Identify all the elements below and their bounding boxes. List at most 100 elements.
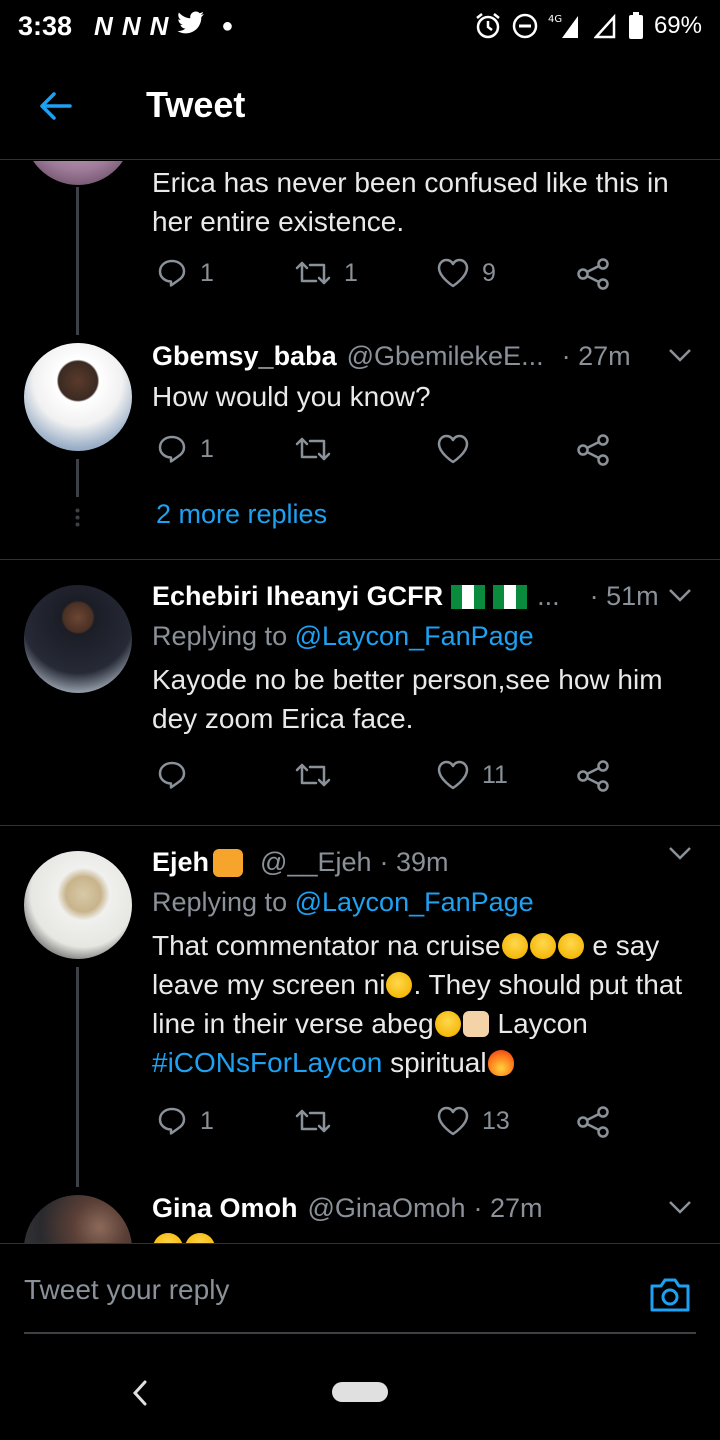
user-handle[interactable]: @GbemilekeE... bbox=[347, 341, 544, 372]
home-pill[interactable] bbox=[332, 1382, 388, 1402]
like-count: 9 bbox=[482, 258, 496, 287]
more-replies-link[interactable]: 2 more replies bbox=[156, 499, 327, 530]
chevron-down-icon[interactable] bbox=[668, 1199, 692, 1215]
tweet-header: Gbemsy_baba @GbemilekeE... · 27m bbox=[152, 341, 700, 372]
heart-icon bbox=[437, 434, 469, 464]
retweet-button[interactable]: 1 bbox=[294, 257, 358, 289]
replying-prefix: Replying to bbox=[152, 887, 288, 917]
retweet-icon bbox=[295, 1109, 331, 1133]
tweet-time: · 39m bbox=[379, 847, 449, 877]
tweet-header: Gina Omoh @GinaOmoh · 27m bbox=[152, 1193, 700, 1224]
tweet-actions: 11 bbox=[152, 759, 622, 799]
retweet-button[interactable] bbox=[294, 1105, 344, 1137]
nigeria-flag-icon bbox=[451, 584, 486, 609]
retweet-icon bbox=[295, 437, 331, 461]
tweet-text-part: Laycon bbox=[489, 1008, 588, 1039]
heart-icon bbox=[437, 1106, 469, 1136]
status-bar: 3:38 N N N ● 4G 69% bbox=[0, 0, 720, 52]
like-button[interactable]: 9 bbox=[436, 257, 496, 289]
mention-link[interactable]: @Laycon_FanPage bbox=[295, 887, 534, 917]
chevron-down-icon[interactable] bbox=[668, 347, 692, 363]
alarm-icon bbox=[474, 12, 502, 40]
avatar[interactable] bbox=[24, 1195, 132, 1243]
share-button[interactable] bbox=[576, 257, 610, 291]
reply-icon bbox=[158, 259, 186, 287]
retweet-icon bbox=[295, 763, 331, 787]
laughing-emoji-icon bbox=[434, 1011, 461, 1037]
like-button[interactable] bbox=[436, 433, 482, 465]
avatar[interactable] bbox=[24, 585, 132, 693]
reply-button[interactable] bbox=[156, 759, 200, 791]
raised-hands-emoji-icon bbox=[462, 1011, 489, 1037]
mention-link[interactable]: @Laycon_FanPage bbox=[295, 621, 534, 651]
avatar[interactable] bbox=[24, 343, 132, 451]
display-name[interactable]: Ejeh bbox=[152, 847, 209, 878]
retweet-count: 1 bbox=[344, 258, 358, 287]
thread-line bbox=[76, 967, 79, 1187]
tweet-item[interactable]: Erica has never been confused like this … bbox=[0, 161, 720, 341]
display-name[interactable]: Gbemsy_baba bbox=[152, 341, 337, 372]
laughing-emoji-icon bbox=[153, 1233, 183, 1243]
reply-button[interactable]: 1 bbox=[156, 433, 214, 465]
tweet-time: · 27m bbox=[473, 1193, 543, 1223]
chevron-down-icon[interactable] bbox=[668, 845, 692, 861]
display-name[interactable]: Gina Omoh bbox=[152, 1193, 298, 1224]
tweet-text: Kayode no be better person,see how him d… bbox=[152, 664, 663, 734]
retweet-icon bbox=[295, 261, 331, 285]
thread-line bbox=[76, 187, 79, 335]
like-button[interactable]: 11 bbox=[436, 759, 508, 791]
like-button[interactable]: 13 bbox=[436, 1105, 510, 1137]
avatar[interactable] bbox=[24, 161, 132, 185]
nav-back-icon[interactable] bbox=[128, 1378, 152, 1408]
like-count: 11 bbox=[482, 760, 508, 789]
reply-icon bbox=[158, 1107, 186, 1135]
notification-icon: N bbox=[121, 10, 141, 41]
tweet-header: Echebiri Iheanyi GCFR ... · 51m bbox=[152, 581, 700, 612]
fire-emoji-icon bbox=[487, 1050, 514, 1076]
user-handle[interactable]: @GinaOmoh bbox=[308, 1193, 466, 1224]
replying-to: Replying to @Laycon_FanPage bbox=[152, 887, 534, 918]
share-button[interactable] bbox=[576, 759, 610, 793]
share-button[interactable] bbox=[576, 433, 610, 467]
avatar[interactable] bbox=[24, 851, 132, 959]
tweet-item[interactable]: Gina Omoh @GinaOmoh · 27m bbox=[0, 1193, 720, 1243]
reply-count: 1 bbox=[200, 434, 214, 463]
hashtag-link[interactable]: #iCONsForLaycon bbox=[152, 1047, 382, 1078]
back-arrow-icon[interactable] bbox=[36, 86, 76, 126]
reply-thread[interactable]: Erica has never been confused like this … bbox=[0, 161, 720, 1243]
retweet-button[interactable] bbox=[294, 759, 344, 791]
display-name[interactable]: Echebiri Iheanyi GCFR bbox=[152, 581, 443, 612]
tweet-item[interactable]: Echebiri Iheanyi GCFR ... · 51m Replying… bbox=[0, 581, 720, 826]
status-time: 3:38 bbox=[18, 10, 73, 41]
share-button[interactable] bbox=[576, 1105, 610, 1139]
user-handle[interactable]: @__Ejeh bbox=[260, 847, 371, 878]
tweet-text: That commentator na cruise e say leave m… bbox=[152, 926, 700, 1082]
tweet-text-part: That commentator na cruise bbox=[152, 930, 501, 961]
tweet-item[interactable]: Ejeh @__Ejeh · 39m Replying to @Laycon_F… bbox=[0, 847, 720, 1187]
tweet-actions: 1 1 9 bbox=[152, 257, 622, 297]
chevron-down-icon[interactable] bbox=[668, 587, 692, 603]
heart-icon bbox=[437, 760, 469, 790]
tweet-actions: 1 bbox=[152, 433, 622, 473]
battery-percent: 69% bbox=[653, 12, 702, 39]
tweet-time: · 51m bbox=[589, 581, 659, 611]
app-header: Tweet bbox=[0, 60, 720, 160]
camera-icon[interactable] bbox=[648, 1276, 692, 1314]
replying-to: Replying to @Laycon_FanPage bbox=[152, 621, 534, 652]
reply-icon bbox=[158, 435, 186, 463]
reply-input[interactable] bbox=[24, 1274, 584, 1306]
battery-icon bbox=[628, 12, 644, 40]
page-title: Tweet bbox=[146, 84, 246, 125]
nigeria-flag-icon bbox=[493, 584, 528, 609]
reply-button[interactable]: 1 bbox=[156, 257, 214, 289]
reply-button[interactable]: 1 bbox=[156, 1105, 214, 1137]
divider bbox=[0, 559, 720, 560]
signal-icon: 4G bbox=[548, 12, 584, 40]
like-count: 13 bbox=[482, 1106, 510, 1135]
reply-count: 1 bbox=[200, 1106, 214, 1135]
retweet-button[interactable] bbox=[294, 433, 344, 465]
reply-icon bbox=[158, 761, 186, 789]
tweet-item[interactable]: Gbemsy_baba @GbemilekeE... · 27m How wou… bbox=[0, 341, 720, 561]
tiger-emoji-icon bbox=[213, 848, 244, 877]
do-not-disturb-icon bbox=[512, 13, 538, 39]
